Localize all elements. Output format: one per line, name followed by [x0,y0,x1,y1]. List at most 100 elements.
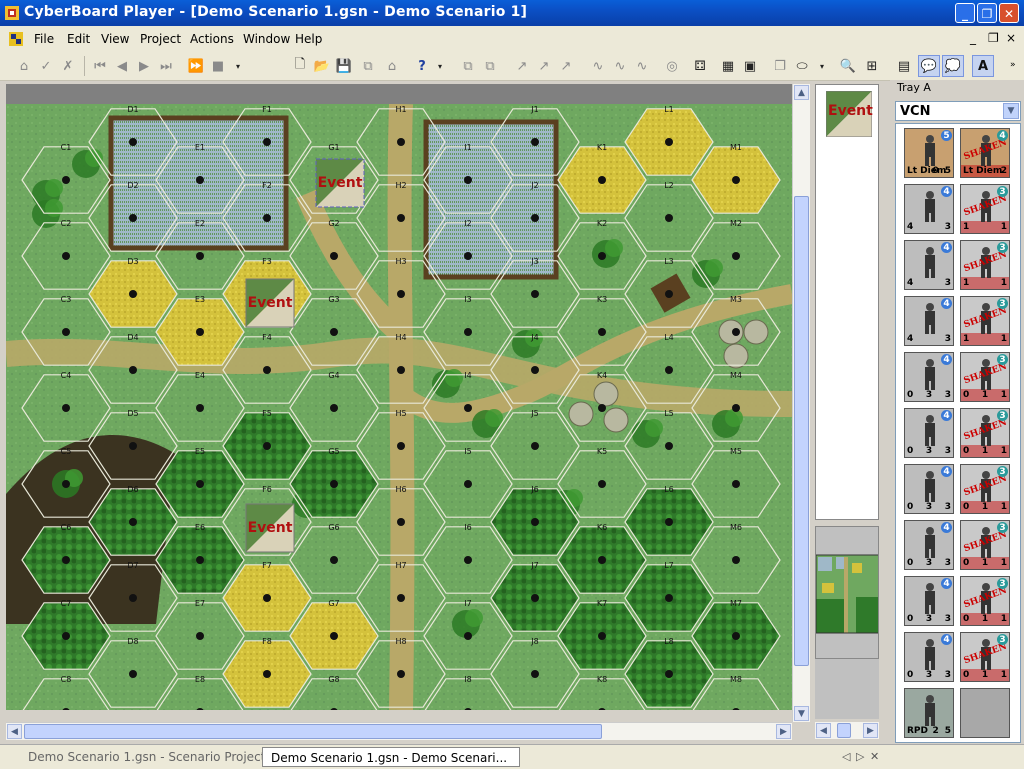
unit-counter-front[interactable]: 4 0 3 3 [904,408,954,458]
scroll-left-icon[interactable]: ◀ [7,724,22,739]
overview-map[interactable] [815,526,879,659]
unit-counter-back[interactable]: SHAKEN 3 0 1 1 [960,352,1010,402]
tab-next-icon[interactable]: ▷ [856,750,864,763]
menu-help[interactable]: Help [295,32,322,46]
tab-prev-icon[interactable]: ◁ [842,750,850,763]
arrow-check-icon[interactable]: ↗ [534,56,554,76]
rotate-icon[interactable]: ▣ [740,56,760,76]
play-icon[interactable]: ⏩ [186,56,206,76]
scroll-thumb[interactable] [794,196,809,666]
scroll-thumb[interactable] [837,723,851,738]
game-map[interactable]: C1 C2 C3 C4 C5 C6 C7 C8 D1 D2 D3 D4 D5 D6 D7 D8 E1 E2 E3 E4… [6,104,792,710]
hex-map[interactable]: C1 C2 C3 C4 C5 C6 C7 C8 D1 D2 D3 D4 D5 D6 D7 D8 E1 E2 E3 E4… [6,104,792,710]
plot-icon[interactable]: ✓ [36,56,56,76]
path-check-icon[interactable]: ∿ [610,56,630,76]
arrow-discard-icon[interactable]: ↗ [556,56,576,76]
speech-bubble-alt-icon[interactable]: 💭 [942,55,964,77]
prev-icon[interactable]: ◀ [112,56,132,76]
dice-icon[interactable]: ⚃ [690,56,710,76]
unit-counter-back[interactable]: SHAKEN 3 1 1 [960,240,1010,290]
tray-select[interactable]: VCN ▼ [895,101,1021,121]
soldier-icon [925,247,935,278]
unit-counter-back[interactable]: SHAKEN 3 1 1 [960,184,1010,234]
first-icon[interactable]: ⏮ [90,56,110,76]
layer-icon[interactable]: ❐ [770,56,790,76]
path-icon[interactable]: ∿ [588,56,608,76]
what-icon[interactable]: ? [412,56,432,76]
scroll-right-icon[interactable]: ▶ [863,723,878,738]
move-icon[interactable]: ⌂ [14,56,34,76]
unit-counter-front[interactable]: 443 [904,240,954,290]
stop-dropdown-icon[interactable]: ▾ [228,56,248,76]
menu-window[interactable]: Window [243,32,290,46]
what-dropdown-icon[interactable]: ▾ [430,56,450,76]
mdi-restore-button[interactable]: ❐ [988,31,999,45]
plot-discard-icon[interactable]: ✗ [58,56,78,76]
unit-counter-front[interactable]: 4 0 3 3 [904,520,954,570]
unit-counter-back[interactable]: SHAKEN 3 1 1 [960,296,1010,346]
unit-counter-front[interactable]: 4 0 3 3 [904,632,954,682]
overview-horizontal-scrollbar[interactable]: ◀ ▶ [815,722,879,739]
menu-actions[interactable]: Actions [190,32,234,46]
send-icon[interactable]: ⌂ [382,56,402,76]
unit-counter-back[interactable]: SHAKEN 3 0 1 1 [960,520,1010,570]
menu-edit[interactable]: Edit [67,32,90,46]
tab-close-icon[interactable]: ✕ [870,750,879,763]
unit-counter-front[interactable]: 443 [904,184,954,234]
toolbar-chevron-icon[interactable]: » [1010,60,1016,70]
stop-icon[interactable]: ■ [208,56,228,76]
copy-icon[interactable]: ⧉ [358,56,378,76]
maximize-button[interactable]: ❐ [977,3,997,23]
scroll-up-icon[interactable]: ▲ [794,85,809,100]
tab-demo-scenario[interactable]: Demo Scenario 1.gsn - Demo Scenari... [262,747,520,767]
mdi-minimize-button[interactable]: _ [970,31,976,45]
scroll-down-icon[interactable]: ▼ [794,706,809,721]
unit-counter-back[interactable]: SHAKEN 3 0 1 1 [960,632,1010,682]
unit-counter-back[interactable] [960,688,1010,738]
tray-piece-list[interactable]: 5 Lt Diem 0 5 SHAKEN 4 Lt Diem 2 4 4 3 SHAKEN 3 1 1 4 4 3… [895,123,1021,743]
close-button[interactable]: ✕ [999,3,1019,23]
unit-counter-back[interactable]: SHAKEN 4 Lt Diem 2 [960,128,1010,178]
unit-counter-front[interactable]: 4 0 3 3 [904,576,954,626]
unit-counter-front[interactable]: 4 0 3 3 [904,352,954,402]
zoom-icon[interactable]: 🔍 [838,56,858,76]
save-icon[interactable]: 💾 [334,56,354,76]
minimize-button[interactable]: _ [955,3,975,23]
tile-icon[interactable]: ⊞ [862,56,882,76]
menu-file[interactable]: File [34,32,54,46]
chevron-down-icon[interactable]: ▼ [1003,103,1019,119]
mdi-close-button[interactable]: × [1006,31,1016,45]
speech-bubble-icon[interactable]: 💬 [918,55,940,77]
path-discard-icon[interactable]: ∿ [632,56,652,76]
unit-counter-front[interactable]: RPD 2 5 [904,688,954,738]
next-icon[interactable]: ▶ [134,56,154,76]
unit-counter-front[interactable]: 5 Lt Diem 0 5 [904,128,954,178]
overview-minimap[interactable] [816,527,879,659]
last-icon[interactable]: ⏭ [156,56,176,76]
stack-icon[interactable]: ⧉ [458,56,478,76]
grid-icon[interactable]: ▦ [718,56,738,76]
map-vertical-scrollbar[interactable]: ▲ ▼ [792,84,810,722]
lens-dropdown-icon[interactable]: ▾ [812,56,832,76]
new-icon[interactable]: 🗋 [290,56,310,76]
eye-icon[interactable]: ◎ [662,56,682,76]
unit-counter-front[interactable]: 443 [904,296,954,346]
unit-counter-back[interactable]: SHAKEN 3 0 1 1 [960,408,1010,458]
scroll-left-icon[interactable]: ◀ [816,723,831,738]
unit-counter-back[interactable]: SHAKEN 3 0 1 1 [960,576,1010,626]
scroll-thumb[interactable] [24,724,602,739]
text-tool-icon[interactable]: A [972,55,994,77]
arrow-icon[interactable]: ↗ [512,56,532,76]
menu-view[interactable]: View [101,32,129,46]
open-icon[interactable]: 📂 [312,56,332,76]
unit-counter-back[interactable]: SHAKEN 3 0 1 1 [960,464,1010,514]
menu-project[interactable]: Project [140,32,181,46]
stack-discard-icon[interactable]: ⧉ [480,56,500,76]
lens-icon[interactable]: ⬭ [792,56,812,76]
document-icon[interactable] [8,31,24,47]
map-horizontal-scrollbar[interactable]: ◀ ▶ [6,722,792,740]
unit-counter-front[interactable]: 4 0 3 3 [904,464,954,514]
tray-icon[interactable]: ▤ [894,56,914,76]
tab-scenario-project[interactable]: Demo Scenario 1.gsn - Scenario Project [20,747,273,767]
scroll-right-icon[interactable]: ▶ [776,724,791,739]
